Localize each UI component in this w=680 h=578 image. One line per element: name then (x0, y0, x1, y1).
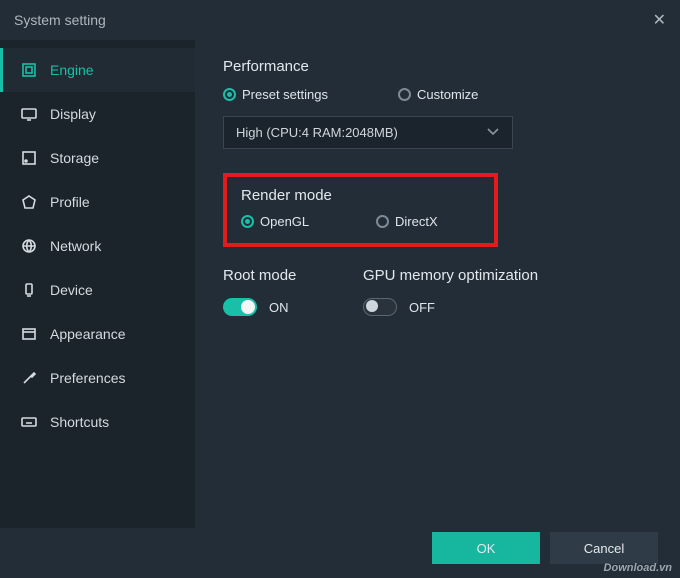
window-title: System setting (14, 12, 106, 28)
root-mode-title: Root mode (223, 267, 363, 284)
storage-icon (20, 150, 38, 166)
sidebar-item-label: Preferences (50, 370, 125, 386)
close-icon[interactable]: ✕ (653, 10, 666, 30)
cancel-button[interactable]: Cancel (550, 532, 658, 564)
sidebar-item-appearance[interactable]: Appearance (0, 312, 195, 356)
select-value: High (CPU:4 RAM:2048MB) (236, 125, 398, 140)
content-panel: Performance Preset settings Customize Hi… (195, 40, 680, 528)
shortcuts-icon (20, 414, 38, 430)
profile-icon (20, 194, 38, 210)
button-label: Cancel (584, 541, 624, 556)
watermark: Download.vn (604, 562, 672, 574)
sidebar-item-label: Shortcuts (50, 414, 109, 430)
sidebar-item-label: Device (50, 282, 93, 298)
sidebar-item-label: Engine (50, 62, 94, 78)
chevron-down-icon (486, 125, 500, 140)
sidebar-item-engine[interactable]: Engine (0, 48, 195, 92)
gpu-optimization-title: GPU memory optimization (363, 267, 563, 284)
sidebar-item-profile[interactable]: Profile (0, 180, 195, 224)
ok-button[interactable]: OK (432, 532, 540, 564)
render-mode-highlight: Render mode OpenGL DirectX (223, 173, 498, 247)
display-icon (20, 106, 38, 122)
sidebar: Engine Display Storage Profile (0, 40, 195, 528)
directx-radio[interactable]: DirectX (376, 214, 438, 229)
sidebar-item-display[interactable]: Display (0, 92, 195, 136)
toggle-knob (241, 300, 255, 314)
opengl-radio[interactable]: OpenGL (241, 214, 376, 229)
sidebar-item-label: Display (50, 106, 96, 122)
gpu-optimization-toggle[interactable] (363, 298, 397, 316)
root-mode-toggle[interactable] (223, 298, 257, 316)
radio-icon (223, 88, 236, 101)
engine-icon (20, 62, 38, 78)
button-label: OK (477, 541, 496, 556)
sidebar-item-shortcuts[interactable]: Shortcuts (0, 400, 195, 444)
toggle-state-label: ON (269, 300, 289, 315)
network-icon (20, 238, 38, 254)
radio-label: OpenGL (260, 214, 309, 229)
sidebar-item-device[interactable]: Device (0, 268, 195, 312)
sidebar-item-storage[interactable]: Storage (0, 136, 195, 180)
radio-icon (376, 215, 389, 228)
appearance-icon (20, 326, 38, 342)
radio-icon (398, 88, 411, 101)
preset-settings-radio[interactable]: Preset settings (223, 87, 328, 102)
sidebar-item-label: Profile (50, 194, 90, 210)
device-icon (20, 282, 38, 298)
performance-title: Performance (223, 58, 652, 75)
radio-icon (241, 215, 254, 228)
customize-radio[interactable]: Customize (398, 87, 478, 102)
sidebar-item-label: Appearance (50, 326, 126, 342)
sidebar-item-preferences[interactable]: Preferences (0, 356, 195, 400)
titlebar: System setting ✕ (0, 0, 680, 40)
radio-label: DirectX (395, 214, 438, 229)
toggle-state-label: OFF (409, 300, 435, 315)
sidebar-item-label: Network (50, 238, 101, 254)
render-mode-title: Render mode (241, 187, 480, 204)
performance-preset-select[interactable]: High (CPU:4 RAM:2048MB) (223, 116, 513, 149)
preferences-icon (20, 370, 38, 386)
radio-label: Preset settings (242, 87, 328, 102)
footer-buttons: OK Cancel (432, 532, 658, 564)
sidebar-item-label: Storage (50, 150, 99, 166)
radio-label: Customize (417, 87, 478, 102)
toggle-knob (366, 300, 378, 312)
sidebar-item-network[interactable]: Network (0, 224, 195, 268)
